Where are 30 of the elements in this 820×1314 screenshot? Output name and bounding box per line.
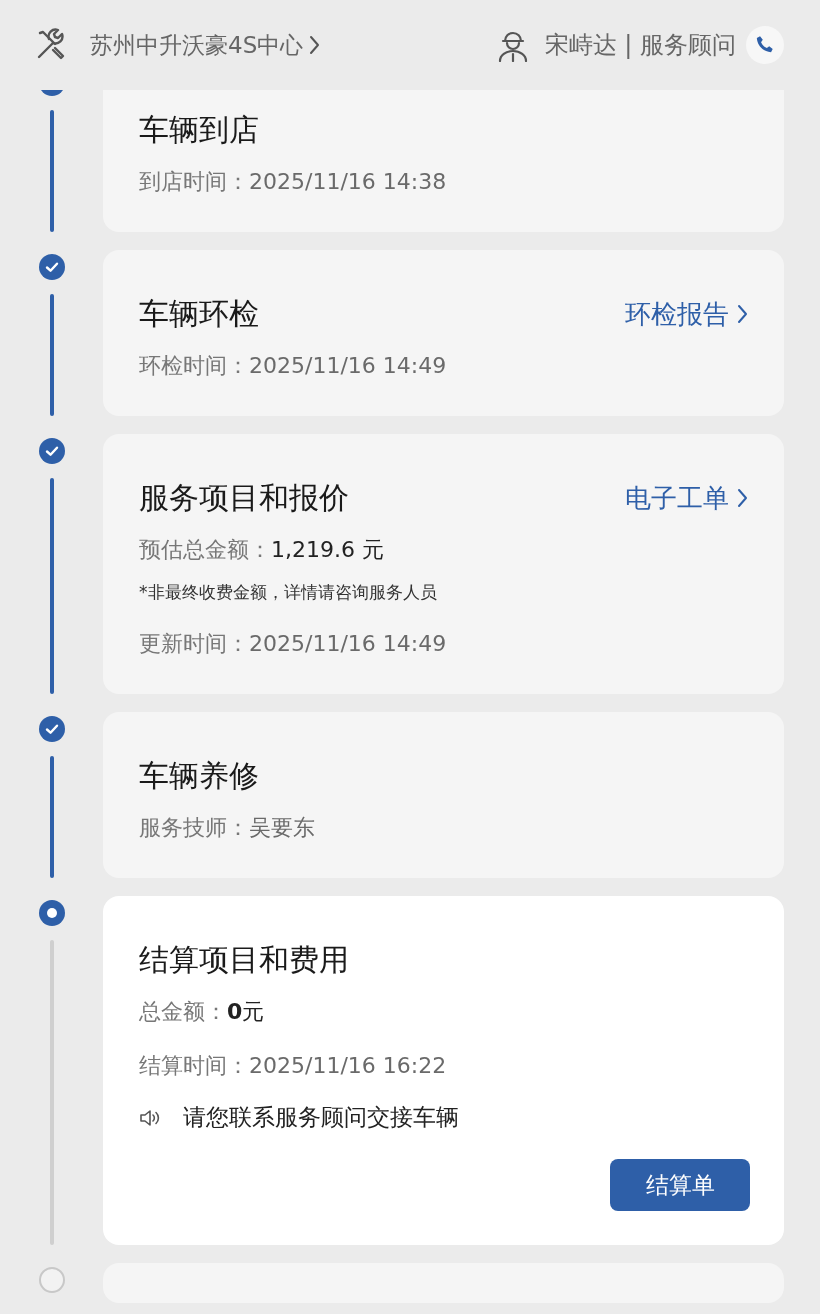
field-value: 2025/11/16 14:49 — [249, 353, 447, 378]
advisor-name: 宋峙达 | 服务顾问 — [544, 30, 736, 61]
chevron-icon — [737, 303, 748, 325]
step-title: 服务项目和报价 — [139, 479, 349, 517]
field-label: 到店时间： — [139, 169, 249, 194]
field-value: 2025/11/16 14:38 — [249, 169, 447, 194]
field-label: 更新时间： — [139, 631, 249, 656]
field-label: 环检时间： — [139, 353, 249, 378]
field-label: 总金额： — [139, 999, 227, 1024]
field-label: 服务技师： — [139, 815, 249, 840]
report-link[interactable]: 电子工单 — [625, 480, 748, 516]
field-value: 0元 — [227, 999, 265, 1024]
field-value: 2025/11/16 14:49 — [249, 631, 447, 656]
step-title: 车辆养修 — [139, 757, 259, 795]
chevron-icon — [737, 487, 748, 509]
disclaimer-text: *非最终收费金额，详情请咨询服务人员 — [139, 581, 438, 604]
step-title: 车辆环检 — [139, 295, 259, 333]
field-label: 预估总金额： — [139, 537, 271, 562]
field-value: 1,219.6 元 — [271, 537, 384, 562]
field-label: 结算时间： — [139, 1053, 249, 1078]
call-button[interactable] — [746, 26, 784, 64]
field-value: 2025/11/16 16:22 — [249, 1053, 447, 1078]
dealer-name: 苏州中升沃豪4S中心 — [90, 30, 304, 60]
step-title: 结算项目和费用 — [139, 941, 349, 979]
step-title: 车辆到店 — [139, 111, 259, 149]
chevron-icon — [309, 34, 321, 56]
dealer-link[interactable]: 苏州中升沃豪4S中心 — [34, 28, 321, 62]
report-link[interactable]: 环检报告 — [625, 296, 748, 332]
statement-button[interactable]: 结算单 — [610, 1159, 750, 1211]
notice-text: 请您联系服务顾问交接车辆 — [183, 1103, 459, 1132]
